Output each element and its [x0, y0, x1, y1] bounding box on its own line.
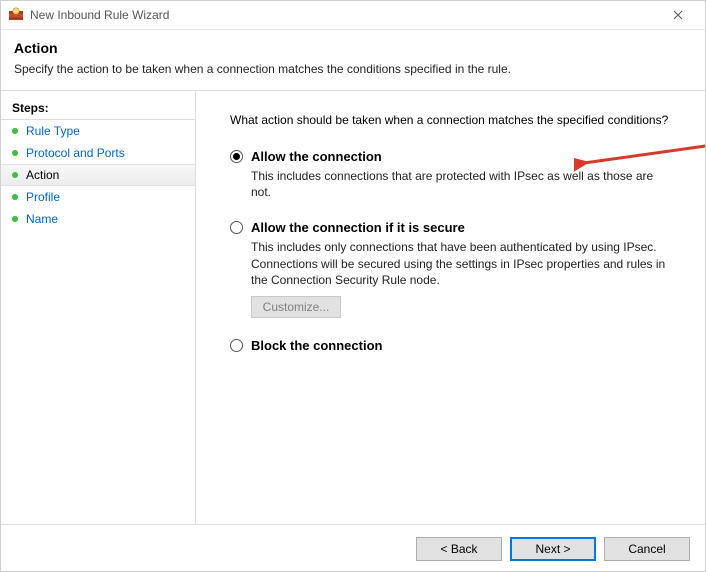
step-protocol-and-ports[interactable]: Protocol and Ports — [0, 142, 195, 164]
option-label: Allow the connection if it is secure — [251, 220, 465, 235]
step-label: Profile — [26, 190, 60, 204]
step-profile[interactable]: Profile — [0, 186, 195, 208]
radio-allow-connection[interactable] — [230, 150, 243, 163]
window-title: New Inbound Rule Wizard — [30, 8, 658, 22]
wizard-footer: < Back Next > Cancel — [0, 524, 706, 572]
cancel-button[interactable]: Cancel — [604, 537, 690, 561]
radio-allow-if-secure[interactable] — [230, 221, 243, 234]
step-label: Action — [26, 168, 59, 182]
step-bullet-icon — [12, 128, 18, 134]
titlebar: New Inbound Rule Wizard — [0, 0, 706, 30]
option-allow-connection: Allow the connection This includes conne… — [230, 149, 678, 200]
option-desc: This includes only connections that have… — [251, 239, 671, 288]
step-bullet-icon — [12, 216, 18, 222]
radio-block-connection[interactable] — [230, 339, 243, 352]
prompt-text: What action should be taken when a conne… — [230, 113, 678, 127]
option-block-connection: Block the connection — [230, 338, 678, 353]
option-label: Block the connection — [251, 338, 382, 353]
steps-sidebar: Steps: Rule Type Protocol and Ports Acti… — [0, 91, 196, 524]
close-icon — [673, 10, 683, 20]
option-label: Allow the connection — [251, 149, 382, 164]
option-desc: This includes connections that are prote… — [251, 168, 671, 200]
firewall-icon — [8, 7, 24, 23]
option-allow-if-secure: Allow the connection if it is secure Thi… — [230, 220, 678, 318]
step-action[interactable]: Action — [0, 164, 195, 186]
step-rule-type[interactable]: Rule Type — [0, 120, 195, 142]
customize-button: Customize... — [251, 296, 341, 318]
page-subtitle: Specify the action to be taken when a co… — [14, 62, 692, 76]
step-label: Name — [26, 212, 58, 226]
next-button[interactable]: Next > — [510, 537, 596, 561]
page-title: Action — [14, 40, 692, 56]
close-button[interactable] — [658, 0, 698, 29]
step-label: Protocol and Ports — [26, 146, 125, 160]
wizard-content: What action should be taken when a conne… — [196, 91, 706, 524]
wizard-header: Action Specify the action to be taken wh… — [0, 30, 706, 90]
step-bullet-icon — [12, 150, 18, 156]
step-name[interactable]: Name — [0, 208, 195, 230]
step-label: Rule Type — [26, 124, 80, 138]
step-bullet-icon — [12, 194, 18, 200]
steps-heading: Steps: — [0, 97, 195, 120]
step-bullet-icon — [12, 172, 18, 178]
back-button[interactable]: < Back — [416, 537, 502, 561]
